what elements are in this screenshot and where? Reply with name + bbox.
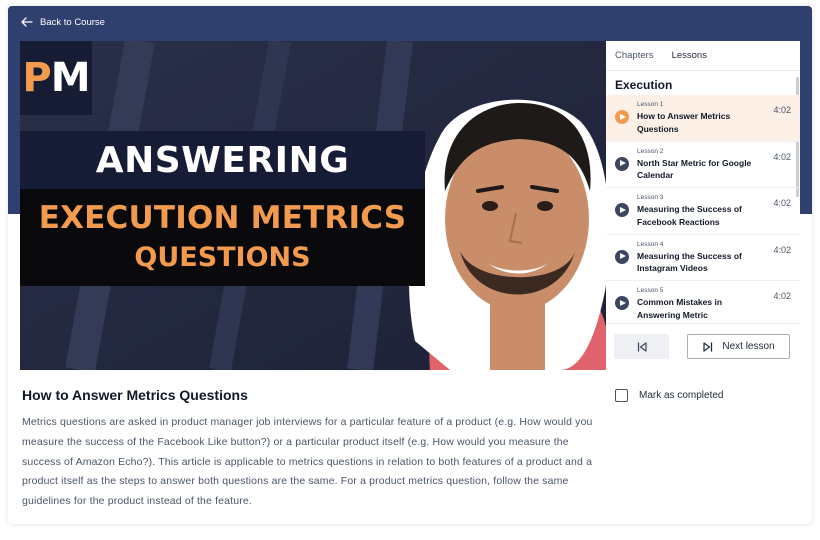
- play-icon: [615, 296, 629, 310]
- lesson-title: Measuring the Success of Facebook Reacti…: [637, 204, 742, 227]
- skip-forward-icon: [703, 341, 713, 352]
- chapter-title: Execution: [615, 78, 673, 92]
- lesson-title: Measuring the Success of Instagram Video…: [637, 250, 742, 274]
- lesson-sidebar: Chapters Lessons Execution Lesson 1 How …: [606, 41, 800, 370]
- mark-completed[interactable]: Mark as completed: [615, 389, 723, 402]
- lesson-number: Lesson 3: [637, 194, 664, 201]
- lesson-title: How to Answer Metrics Questions: [637, 111, 731, 134]
- play-icon: [615, 156, 629, 171]
- video-title-line-3: QUESTIONS: [134, 242, 311, 273]
- lesson-number: Lesson 5: [637, 287, 664, 294]
- play-icon: [615, 110, 629, 124]
- lesson-duration: 4:02: [773, 291, 791, 301]
- pm-logo: PM: [20, 41, 92, 115]
- lesson-item[interactable]: Lesson 2 North Star Metric for Google Ca…: [606, 142, 800, 188]
- lesson-list: Lesson 1 How to Answer Metrics Questions…: [606, 95, 800, 323]
- lesson-title: Common Mistakes in Answering Metric: [637, 297, 723, 320]
- lesson-number: Lesson 4: [637, 240, 664, 248]
- lesson-number: Lesson 1: [637, 101, 664, 108]
- lesson-page: Back to Course P M ANSWERING EXECUTION M…: [8, 6, 812, 524]
- lesson-number: Lesson 2: [637, 147, 664, 155]
- tab-chapters[interactable]: Chapters: [615, 50, 654, 61]
- video-title-line-1: ANSWERING: [20, 131, 425, 189]
- lesson-item[interactable]: Lesson 5 Common Mistakes in Answering Me…: [606, 281, 800, 323]
- mark-completed-label: Mark as completed: [639, 390, 724, 401]
- sidebar-tabs: Chapters Lessons: [606, 41, 800, 71]
- previous-lesson-button[interactable]: [614, 334, 669, 359]
- lesson-duration: 4:02: [773, 105, 791, 115]
- lesson-duration: 4:02: [773, 151, 791, 162]
- arrow-left-icon: [21, 17, 33, 27]
- page-title: How to Answer Metrics Questions: [22, 387, 248, 403]
- lesson-duration: 4:02: [773, 244, 791, 255]
- video-title-lines: EXECUTION METRICS QUESTIONS: [20, 189, 425, 286]
- play-icon: [615, 249, 629, 264]
- next-lesson-button[interactable]: Next lesson: [687, 334, 790, 359]
- mark-completed-checkbox[interactable]: [615, 389, 628, 402]
- back-to-course-link[interactable]: Back to Course: [21, 15, 105, 29]
- tab-lessons[interactable]: Lessons: [672, 50, 707, 61]
- next-lesson-label: Next lesson: [722, 341, 775, 352]
- lesson-item[interactable]: Lesson 1 How to Answer Metrics Questions…: [606, 95, 800, 142]
- back-link-label: Back to Course: [40, 16, 105, 28]
- lesson-navigation: Next lesson: [606, 323, 800, 370]
- lesson-item[interactable]: Lesson 3 Measuring the Success of Facebo…: [606, 188, 800, 235]
- play-icon: [615, 203, 629, 217]
- lesson-title: North Star Metric for Google Calendar: [637, 157, 752, 181]
- video-title-line-2: EXECUTION METRICS: [38, 200, 407, 236]
- lesson-item[interactable]: Lesson 4 Measuring the Success of Instag…: [606, 235, 800, 281]
- skip-back-icon: [637, 341, 647, 352]
- video-thumbnail[interactable]: PM ANSWERING EXECUTION METRICS QUESTIONS: [20, 41, 606, 370]
- video-title-block: ANSWERING EXECUTION METRICS QUESTIONS: [20, 131, 425, 286]
- lesson-duration: 4:02: [773, 198, 791, 208]
- lesson-description: Metrics questions are asked in product m…: [22, 416, 593, 508]
